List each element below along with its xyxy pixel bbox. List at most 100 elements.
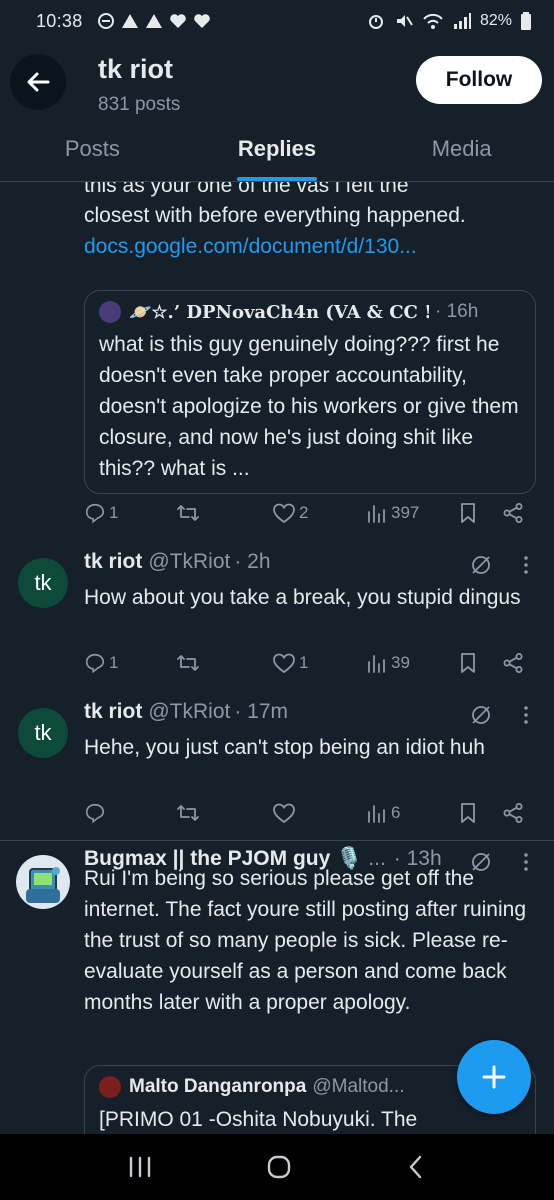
warning-icon-2 [145,14,162,28]
mute-icon [396,15,413,27]
post-1-quote-card[interactable]: 🪐☆.’ DPNovaCh4n (VA & CC !... · 16h what… [84,290,536,494]
signal-icon [453,13,471,29]
alarm-icon [368,15,383,29]
tab-replies[interactable]: Replies [185,116,370,181]
post-2-handle: @TkRiot [148,550,231,573]
repost-icon [177,805,199,821]
compose-icon [482,1065,506,1089]
battery-icon [521,12,531,30]
post-1-text-line2: closest with before everything happened. [84,204,466,227]
share-icon [503,803,523,823]
back-nav-icon[interactable] [404,1154,428,1180]
post-3-handle: @TkRiot [148,700,231,723]
reply-button[interactable]: 1 [84,502,118,524]
replies-feed[interactable]: this as your one of the vas i felt the c… [0,182,554,1134]
post-3-actions: 6 [84,798,536,828]
views-button[interactable]: 6 [366,802,400,824]
grok-icon[interactable] [470,704,492,726]
post-1[interactable]: this as your one of the vas i felt the c… [0,182,554,542]
reply-icon [85,653,105,674]
more-icon[interactable] [522,554,530,576]
compose-button[interactable] [457,1040,531,1114]
post-2-header: tk riot @TkRiot · 2h [84,550,271,574]
post-3-text: Hehe, you just can't stop being an idiot… [84,736,485,759]
reply-icon [85,803,105,824]
view-count: 39 [391,653,410,672]
views-icon [368,655,385,673]
grok-icon[interactable] [470,554,492,576]
heart-notif-icon [169,14,186,28]
repost-button[interactable] [176,502,200,524]
tab-media[interactable]: Media [369,116,554,181]
bookmark-icon [461,803,475,823]
bookmark-icon [461,653,475,673]
reply-count: 1 [109,653,119,672]
like-button[interactable]: 1 [272,652,308,674]
views-button[interactable]: 39 [366,652,410,674]
view-count: 397 [391,503,420,522]
quote-header: 🪐☆.’ DPNovaCh4n (VA & CC !... · 16h [99,301,521,323]
bookmark-button[interactable] [458,652,478,674]
post-1-link[interactable]: docs.google.com/document/d/130... [84,231,417,262]
system-icons: 82% [366,12,532,30]
views-icon [368,805,385,823]
profile-name: tk riot [98,54,174,84]
share-icon [503,653,523,673]
views-icon [368,505,385,523]
view-count: 6 [391,803,401,822]
bookmark-button[interactable] [458,502,478,524]
home-icon[interactable] [265,1153,293,1181]
post-1-text-partial: this as your one of the vas i felt the [84,182,409,197]
do-not-disturb-icon [97,13,114,29]
quote-time: · 16h [435,301,479,322]
share-icon [503,503,523,523]
tab-posts[interactable]: Posts [0,116,185,181]
notification-icons [97,12,211,30]
post-2[interactable]: tk tk riot @TkRiot · 2h How about you ta… [0,542,554,692]
repost-icon [177,505,199,521]
profile-tabs: Posts Replies Media [0,116,554,182]
post-2-author[interactable]: tk riot [84,550,142,574]
post-2-actions: 1 1 39 [84,648,536,678]
like-count: 2 [299,503,309,522]
repost-button[interactable] [176,802,200,824]
post-1-actions: 1 2 397 [84,498,536,528]
recents-icon[interactable] [126,1155,154,1179]
like-button[interactable] [272,802,299,824]
like-icon [273,653,295,674]
back-button[interactable] [10,54,66,110]
repost-button[interactable] [176,652,200,674]
post-2-text: How about you take a break, you stupid d… [84,586,521,609]
post-4-quote-text: [PRIMO 01 -Oshita Nobuyuki. The [99,1108,418,1131]
bookmark-button[interactable] [458,802,478,824]
heart-notif-icon-2 [193,14,210,28]
quote-text: what is this guy genuinely doing??? firs… [99,333,519,480]
share-button[interactable] [502,652,524,674]
post-3-author[interactable]: tk riot [84,700,142,724]
repost-icon [177,655,199,671]
reply-button[interactable]: 1 [84,652,118,674]
post-2-time: · 2h [234,550,271,573]
reply-button[interactable] [84,802,109,824]
bookmark-icon [461,503,475,523]
post-4-quote-avatar [99,1076,121,1098]
like-button[interactable]: 2 [272,502,308,524]
share-button[interactable] [502,502,524,524]
post-4-avatar[interactable] [16,855,70,909]
post-3[interactable]: tk tk riot @TkRiot · 17m Hehe, you just … [0,692,554,840]
follow-button[interactable]: Follow [416,56,542,104]
battery-percent: 82% [479,12,512,29]
status-bar: 10:38 82% [0,0,554,42]
wifi-icon [423,13,443,29]
post-4-quote-author: Malto Danganronpa [129,1076,307,1097]
post-3-header: tk riot @TkRiot · 17m [84,700,288,724]
post-count: 831 posts [98,94,181,114]
post-2-avatar[interactable]: tk [18,558,68,608]
reply-count: 1 [109,503,119,522]
share-button[interactable] [502,802,524,824]
post-3-avatar[interactable]: tk [18,708,68,758]
more-icon[interactable] [522,704,530,726]
profile-header: tk riot 831 posts Follow [0,42,554,116]
reply-icon [85,503,105,524]
views-button[interactable]: 397 [366,502,419,524]
